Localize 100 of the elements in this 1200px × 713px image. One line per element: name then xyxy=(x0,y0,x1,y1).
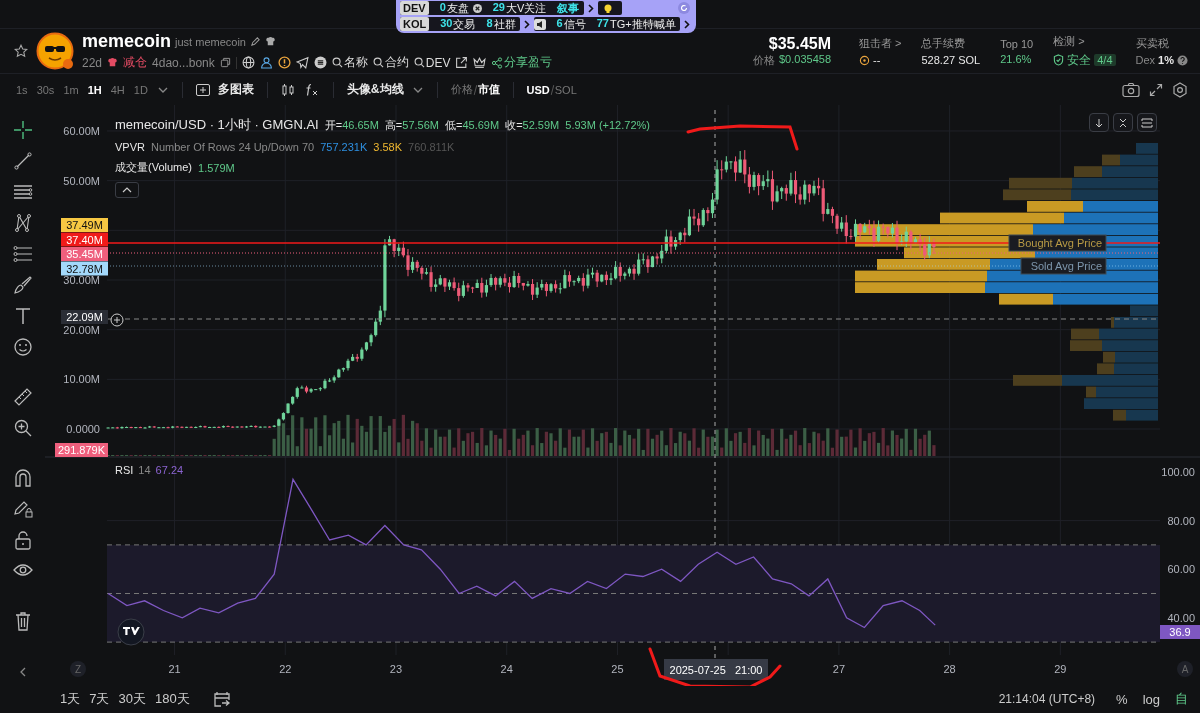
price-mode-toggle[interactable]: 市值 xyxy=(477,82,500,97)
time-axis-label: 28 xyxy=(943,663,956,675)
ohlc-value: 收=52.59M xyxy=(505,117,560,133)
stat-value: Dex xyxy=(1135,54,1156,66)
indicator-value: 3.58K xyxy=(373,141,403,153)
range-button[interactable]: 180天 xyxy=(154,690,190,708)
trend-line-icon[interactable] xyxy=(12,151,33,171)
crosshair-time-tag: 2025-07-25 21:00 xyxy=(664,659,768,680)
indicator-value: 757.231K xyxy=(320,141,368,153)
indicator-name: RSI xyxy=(115,464,134,476)
signal-count: 29 xyxy=(492,0,505,15)
stat-label: 总手续费 xyxy=(921,36,967,51)
avatar-icon xyxy=(36,32,74,70)
search-link[interactable]: 名称 xyxy=(331,54,368,71)
signal-label: 大V关注 xyxy=(506,0,547,16)
range-button[interactable]: 30天 xyxy=(118,690,146,708)
chevron-right-icon[interactable] xyxy=(683,19,690,29)
interval-tab[interactable]: 1H xyxy=(87,83,102,96)
interval-tab[interactable]: 1s xyxy=(16,83,28,96)
horizontal-lines-icon[interactable] xyxy=(12,182,33,202)
share-icon xyxy=(491,56,504,69)
signal-count: 0 xyxy=(439,0,446,15)
interval-tab[interactable]: 1m xyxy=(63,83,79,96)
zoom-in-icon[interactable] xyxy=(12,418,33,438)
refresh-icon[interactable] xyxy=(677,2,690,14)
add-alert-icon[interactable] xyxy=(110,313,124,327)
magnet-icon[interactable] xyxy=(12,468,33,488)
copy-icon[interactable] xyxy=(219,57,231,68)
scroll-down-button[interactable] xyxy=(1089,113,1109,132)
signal-label: TG+推特喊单 xyxy=(610,16,676,32)
person-icon[interactable] xyxy=(259,56,273,69)
help-icon[interactable] xyxy=(1177,54,1188,66)
search-icon xyxy=(372,57,384,68)
collapse-legend-button[interactable] xyxy=(115,182,139,198)
candles-icon[interactable] xyxy=(280,82,295,97)
avg-price-label: Sold Avg Price xyxy=(1020,257,1107,275)
share-pnl-link[interactable]: 分享盈亏 xyxy=(491,54,553,71)
stat-label[interactable]: 狙击者 > xyxy=(859,36,902,51)
range-button[interactable]: 7天 xyxy=(89,690,110,708)
collapse-button[interactable] xyxy=(1113,113,1133,132)
search-link[interactable]: DEV xyxy=(413,55,451,70)
price-axis-label: 20.00M xyxy=(63,323,100,336)
signal-label: 友盘 xyxy=(446,0,469,16)
signal-count: 6 xyxy=(556,16,563,31)
stat-label[interactable]: 检测 > xyxy=(1053,33,1116,49)
coin-icon[interactable] xyxy=(313,56,327,69)
time-axis-label: 29 xyxy=(1054,663,1067,675)
fibonacci-icon[interactable] xyxy=(12,244,33,264)
ohlc-value: 低=45.69M xyxy=(445,117,500,133)
scale-toggle[interactable]: % xyxy=(1116,691,1128,707)
smiley-icon[interactable] xyxy=(12,337,33,357)
contract-address: 4dao...bonk xyxy=(152,55,215,70)
signal-chip[interactable]: 6信号 77TG+推特喊单 xyxy=(533,17,680,31)
rsi-axis-label: 60.00 xyxy=(1167,563,1195,576)
scale-toggle[interactable]: 自 xyxy=(1175,690,1188,708)
brush-icon[interactable] xyxy=(12,275,33,295)
time-axis-label: 24 xyxy=(500,663,513,675)
fit-button[interactable] xyxy=(1137,113,1157,132)
unlock-icon[interactable] xyxy=(12,530,33,550)
telegram-icon[interactable] xyxy=(295,56,309,69)
warning-icon[interactable] xyxy=(277,56,291,69)
globe-icon[interactable] xyxy=(241,56,255,69)
interval-tab[interactable]: 30s xyxy=(36,83,55,96)
chevron-right-icon[interactable] xyxy=(523,19,530,29)
external-link-icon[interactable] xyxy=(455,56,469,69)
chevron-right-icon[interactable] xyxy=(588,3,595,13)
camera-icon[interactable] xyxy=(1122,81,1140,98)
currency-toggle[interactable]: SOL xyxy=(554,83,577,96)
signal-chip[interactable] xyxy=(598,1,623,15)
crosshair-icon[interactable] xyxy=(12,120,33,140)
pattern-icon[interactable] xyxy=(12,213,33,233)
signal-tag: DEV xyxy=(400,1,429,15)
interval-tab[interactable]: 4H xyxy=(110,83,125,96)
multi-chart-button[interactable]: 多图表 xyxy=(195,81,254,98)
collapse-icon[interactable] xyxy=(18,667,27,677)
signal-label: 社群 xyxy=(493,16,516,32)
calendar-icon[interactable] xyxy=(212,690,231,708)
price-mode-toggle[interactable]: 价格 xyxy=(450,82,473,97)
currency-toggle[interactable]: USD xyxy=(526,83,550,96)
pencil-icon[interactable] xyxy=(249,36,261,47)
indicators-dropdown[interactable]: 头像&均线 xyxy=(346,81,424,98)
token-tag: 减仓 xyxy=(123,54,148,71)
ruler-icon[interactable] xyxy=(12,387,33,407)
add-chart-icon xyxy=(195,83,210,96)
market-cap: $35.45M xyxy=(768,34,831,53)
fullscreen-icon[interactable] xyxy=(1149,82,1163,97)
star-icon[interactable] xyxy=(14,44,28,58)
range-button[interactable]: 1天 xyxy=(60,690,81,708)
crown-icon[interactable] xyxy=(473,56,487,69)
settings-icon[interactable] xyxy=(1172,81,1188,98)
pencil-lock-icon[interactable] xyxy=(12,499,33,519)
signal-count: 叙事 xyxy=(557,0,580,16)
signal-chip[interactable]: DEV 0友盘 29大V关注 叙事 xyxy=(400,1,585,15)
chart-title: memecoin/USD · 1小时 · GMGN.AI xyxy=(115,116,319,134)
indicator-value: 1.579M xyxy=(198,161,235,174)
search-link[interactable]: 合约 xyxy=(372,54,409,71)
interval-tab[interactable]: 1D xyxy=(133,83,148,96)
scale-toggle[interactable]: log xyxy=(1142,691,1160,707)
signal-label: 信号 xyxy=(563,16,586,32)
signal-chip[interactable]: KOL 30交易 8社群 xyxy=(400,17,520,31)
